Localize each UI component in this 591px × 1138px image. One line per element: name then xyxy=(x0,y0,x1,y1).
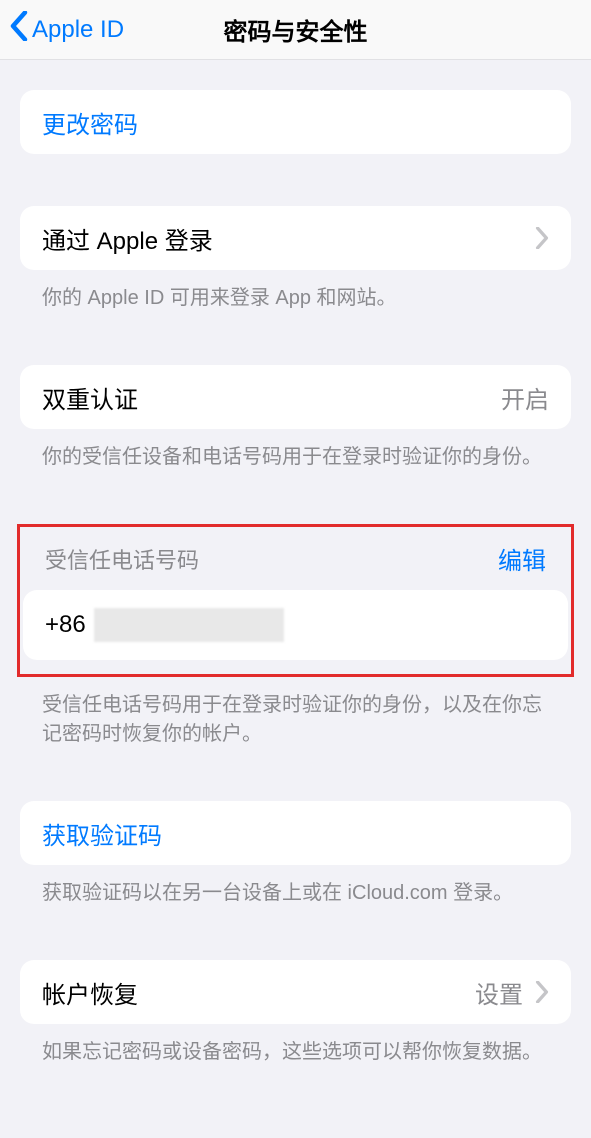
back-label: Apple ID xyxy=(32,16,124,44)
trusted-phone-group: +86 xyxy=(23,590,568,660)
change-password-row[interactable]: 更改密码 xyxy=(20,90,571,154)
trusted-phone-prefix: +86 xyxy=(45,611,86,639)
sign-in-with-apple-footer: 你的 Apple ID 可用来登录 App 和网站。 xyxy=(20,270,571,313)
sign-in-with-apple-row[interactable]: 通过 Apple 登录 xyxy=(20,206,571,270)
chevron-left-icon xyxy=(8,11,30,48)
two-factor-group: 双重认证 开启 xyxy=(20,365,571,429)
trusted-phone-header-label: 受信任电话号码 xyxy=(45,543,199,575)
account-recovery-value: 设置 xyxy=(475,975,523,1010)
trusted-phone-edit-button[interactable]: 编辑 xyxy=(498,541,546,576)
account-recovery-group: 帐户恢复 设置 xyxy=(20,960,571,1024)
get-code-group: 获取验证码 xyxy=(20,801,571,865)
two-factor-value: 开启 xyxy=(501,380,549,415)
two-factor-row[interactable]: 双重认证 开启 xyxy=(20,365,571,429)
sign-in-with-apple-group: 通过 Apple 登录 xyxy=(20,206,571,270)
two-factor-footer: 你的受信任设备和电话号码用于在登录时验证你的身份。 xyxy=(20,429,571,472)
chevron-right-icon xyxy=(535,227,549,249)
trusted-phone-footer: 受信任电话号码用于在登录时验证你的身份，以及在你忘记密码时恢复你的帐户。 xyxy=(20,677,571,749)
trusted-phone-header: 受信任电话号码 编辑 xyxy=(23,541,568,590)
trusted-phone-redacted xyxy=(94,608,284,642)
change-password-group: 更改密码 xyxy=(20,90,571,154)
get-code-footer: 获取验证码以在另一台设备上或在 iCloud.com 登录。 xyxy=(20,865,571,908)
account-recovery-label: 帐户恢复 xyxy=(42,975,138,1010)
get-code-label: 获取验证码 xyxy=(42,816,162,851)
chevron-right-icon xyxy=(535,981,549,1003)
account-recovery-row[interactable]: 帐户恢复 设置 xyxy=(20,960,571,1024)
trusted-phone-row[interactable]: +86 xyxy=(23,590,568,660)
get-code-row[interactable]: 获取验证码 xyxy=(20,801,571,865)
navigation-bar: Apple ID 密码与安全性 xyxy=(0,0,591,60)
account-recovery-footer: 如果忘记密码或设备密码，这些选项可以帮你恢复数据。 xyxy=(20,1024,571,1067)
sign-in-with-apple-label: 通过 Apple 登录 xyxy=(42,221,213,256)
trusted-phone-highlight: 受信任电话号码 编辑 +86 xyxy=(17,524,574,677)
back-button[interactable]: Apple ID xyxy=(0,11,124,48)
two-factor-label: 双重认证 xyxy=(42,380,138,415)
change-password-label: 更改密码 xyxy=(42,105,138,140)
